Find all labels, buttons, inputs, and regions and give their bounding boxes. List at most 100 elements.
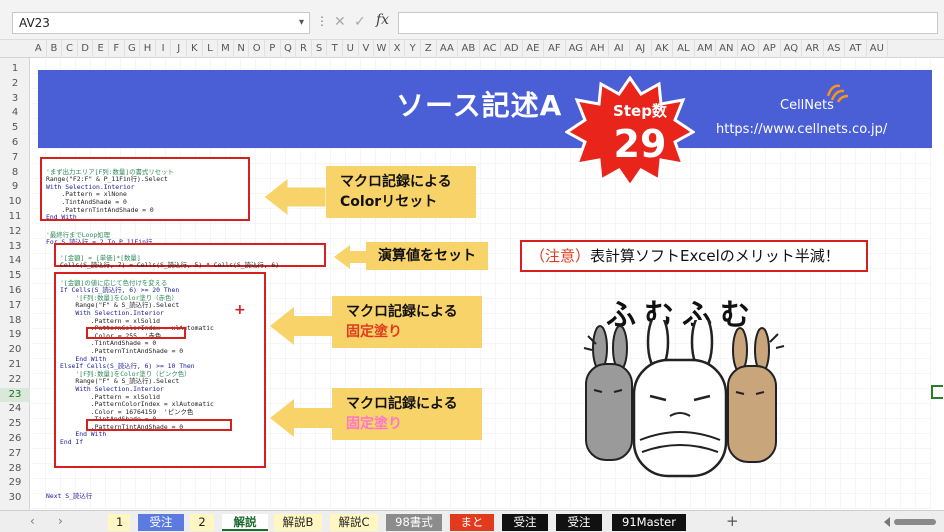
chevron-down-icon[interactable]: ▾ [299, 13, 304, 33]
insert-function-icon[interactable]: fx [376, 12, 389, 28]
horizontal-scrollbar[interactable] [884, 516, 940, 528]
row-header[interactable]: 24 [0, 402, 30, 416]
column-header[interactable]: AO [738, 40, 760, 58]
sheet-tab[interactable]: 受注C [556, 514, 602, 531]
row-header[interactable]: 15 [0, 269, 30, 283]
column-header[interactable]: R [296, 40, 312, 58]
row-header[interactable]: 12 [0, 225, 30, 239]
row-header[interactable]: 22 [0, 373, 30, 387]
column-header[interactable]: E [93, 40, 109, 58]
banner-title: ソース記述A [396, 89, 563, 122]
row-header[interactable]: 6 [0, 136, 30, 150]
column-header[interactable]: U [343, 40, 359, 58]
column-header[interactable]: AI [609, 40, 631, 58]
row-header[interactable]: 13 [0, 240, 30, 254]
column-header[interactable]: AD [501, 40, 523, 58]
row-header[interactable]: 18 [0, 314, 30, 328]
column-header[interactable]: W [374, 40, 390, 58]
formula-input[interactable] [398, 12, 938, 34]
add-sheet-button[interactable]: + [726, 512, 739, 530]
column-header[interactable]: V [359, 40, 375, 58]
more-options-icon[interactable]: ⋮ [316, 14, 328, 28]
column-header[interactable]: AT [845, 40, 867, 58]
column-header[interactable]: AK [652, 40, 674, 58]
column-header[interactable]: AU [867, 40, 889, 58]
column-header[interactable]: X [390, 40, 406, 58]
row-header[interactable]: 8 [0, 166, 30, 180]
column-header[interactable]: L [203, 40, 219, 58]
column-header[interactable]: J [171, 40, 187, 58]
column-header[interactable]: AQ [781, 40, 803, 58]
sheet-tab[interactable]: まとめ [450, 514, 494, 531]
column-header[interactable]: B [47, 40, 63, 58]
enter-check-icon[interactable]: ✓ [354, 14, 366, 30]
column-header[interactable]: I [156, 40, 172, 58]
chevron-left-icon[interactable]: ‹ [30, 514, 35, 528]
column-header[interactable]: AA [437, 40, 459, 58]
column-header[interactable]: K [187, 40, 203, 58]
sheet-tab[interactable]: 解説A [222, 514, 268, 531]
row-header[interactable]: 17 [0, 299, 30, 313]
column-header[interactable]: O [249, 40, 265, 58]
row-header[interactable]: 10 [0, 195, 30, 209]
row-header[interactable]: 16 [0, 284, 30, 298]
sheet-tab[interactable]: 91Master [612, 514, 686, 531]
sheet-tab[interactable]: 解説C [330, 514, 378, 531]
column-header[interactable]: AM [695, 40, 717, 58]
column-header[interactable]: Q [281, 40, 297, 58]
column-header[interactable]: AN [716, 40, 738, 58]
sheet-tab[interactable]: 1 [108, 514, 130, 531]
sheet-tab[interactable]: 解説B [274, 514, 322, 531]
row-header[interactable]: 20 [0, 343, 30, 357]
column-header[interactable]: AC [480, 40, 502, 58]
row-header[interactable]: 7 [0, 151, 30, 165]
row-header[interactable]: 29 [0, 476, 30, 490]
row-header[interactable]: 9 [0, 180, 30, 194]
row-header[interactable]: 27 [0, 447, 30, 461]
row-header[interactable]: 28 [0, 462, 30, 476]
row-header[interactable]: 2 [0, 77, 30, 91]
row-header[interactable]: 19 [0, 328, 30, 342]
column-header[interactable]: P [265, 40, 281, 58]
column-header[interactable]: AS [824, 40, 846, 58]
row-header[interactable]: 1 [0, 62, 30, 76]
row-header[interactable]: 5 [0, 121, 30, 135]
column-header[interactable]: H [140, 40, 156, 58]
column-header[interactable]: AL [673, 40, 695, 58]
column-header[interactable]: AJ [630, 40, 652, 58]
sheet-tab[interactable]: 受注A [138, 514, 184, 531]
column-header[interactable]: AB [458, 40, 480, 58]
column-header[interactable]: AF [544, 40, 566, 58]
column-header[interactable]: Z [421, 40, 437, 58]
column-header[interactable]: AH [587, 40, 609, 58]
row-header[interactable]: 14 [0, 254, 30, 268]
column-header[interactable]: A [31, 40, 47, 58]
row-header[interactable]: 30 [0, 491, 30, 505]
row-header[interactable]: 23 [0, 387, 30, 402]
column-header[interactable]: C [62, 40, 78, 58]
column-header[interactable]: G [125, 40, 141, 58]
row-header[interactable]: 21 [0, 358, 30, 372]
chevron-right-icon[interactable]: › [58, 514, 63, 528]
row-header[interactable]: 26 [0, 432, 30, 446]
column-header[interactable]: Y [405, 40, 421, 58]
column-header[interactable]: M [218, 40, 234, 58]
row-header[interactable]: 3 [0, 92, 30, 106]
sheet-tab[interactable]: 受注B [502, 514, 548, 531]
column-header[interactable]: AR [802, 40, 824, 58]
row-header[interactable]: 4 [0, 106, 30, 120]
row-header[interactable]: 25 [0, 417, 30, 431]
column-header[interactable]: AE [523, 40, 545, 58]
row-header[interactable]: 11 [0, 210, 30, 224]
column-header[interactable]: N [234, 40, 250, 58]
column-header[interactable]: AP [759, 40, 781, 58]
sheet-tab[interactable]: 2 [190, 514, 214, 531]
column-header[interactable]: F [109, 40, 125, 58]
column-header[interactable]: AG [566, 40, 588, 58]
cancel-x-icon[interactable]: ✕ [334, 14, 346, 30]
column-header[interactable]: S [312, 40, 328, 58]
column-header[interactable]: T [327, 40, 343, 58]
column-header[interactable]: D [78, 40, 94, 58]
sheet-tab[interactable]: 98書式 [386, 514, 442, 531]
name-box[interactable]: AV23 ▾ [12, 12, 310, 34]
